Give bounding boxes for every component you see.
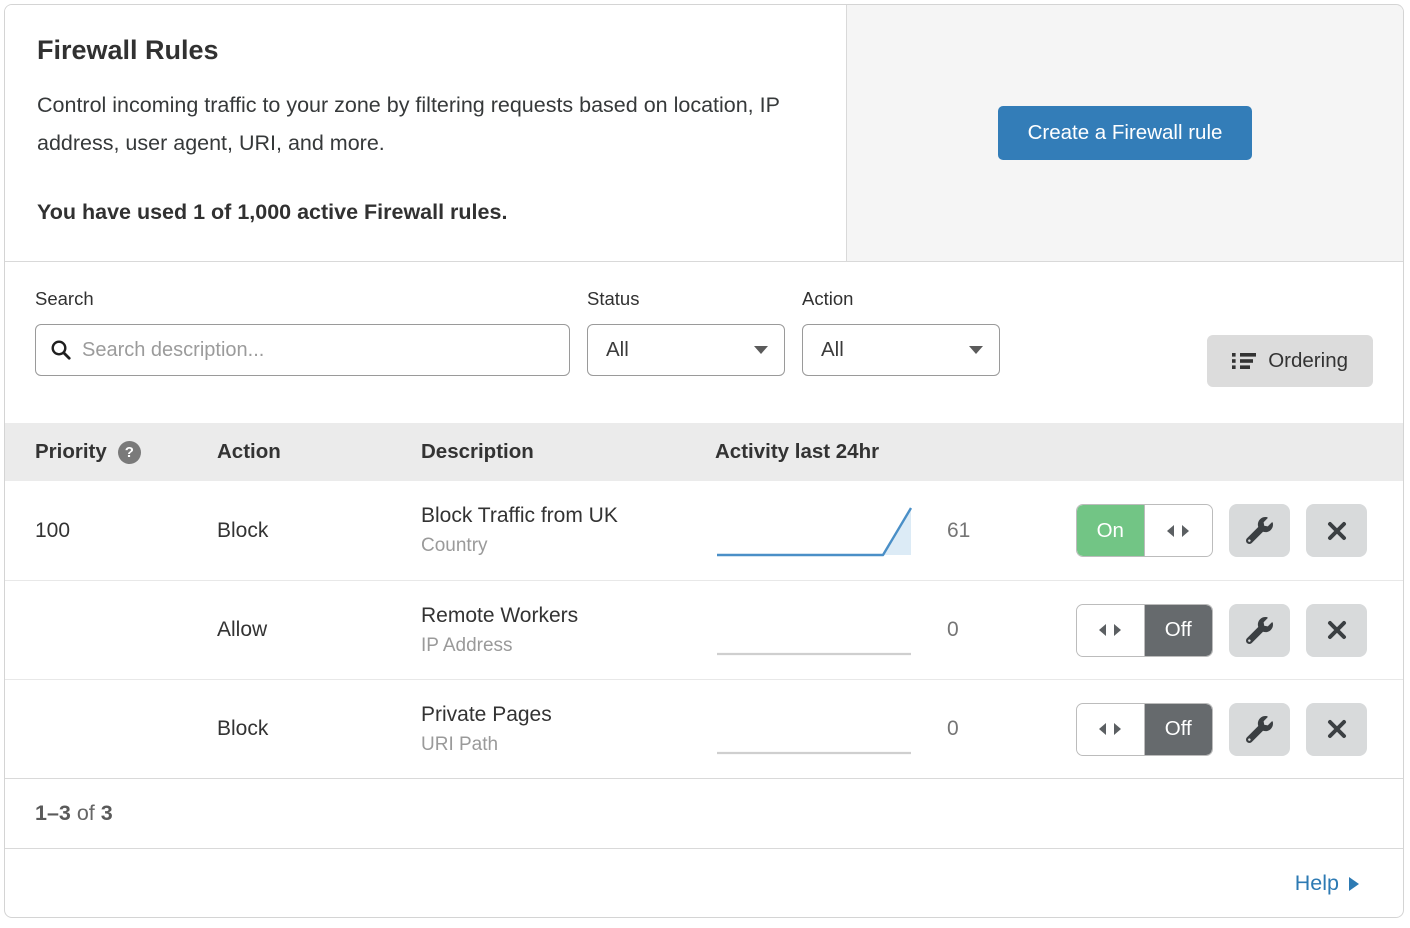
rule-name: Block Traffic from UK — [421, 504, 715, 528]
edit-rule-button[interactable] — [1229, 504, 1290, 557]
column-action: Action — [217, 440, 421, 464]
action-select[interactable]: All — [802, 324, 1000, 376]
chevron-right-icon — [1349, 877, 1359, 891]
rule-type: URI Path — [421, 734, 715, 756]
column-activity: Activity last 24hr — [715, 440, 1403, 464]
help-bar: Help — [5, 848, 1403, 917]
toggle-off-segment[interactable]: Off — [1145, 605, 1213, 656]
rule-type: Country — [421, 535, 715, 557]
pagination-range: 1–3 — [35, 801, 71, 826]
toggle-handle-segment[interactable]: Off — [1077, 605, 1145, 656]
list-ordering-icon — [1232, 350, 1256, 372]
help-link-label: Help — [1295, 871, 1339, 896]
pagination-total: 3 — [101, 801, 113, 826]
toggle-state-label: Off — [1165, 618, 1192, 642]
action-group: Action All — [802, 288, 1000, 423]
drag-handle-icon — [1097, 622, 1123, 638]
row-controls: On On — [1076, 504, 1367, 557]
activity-count: 0 — [947, 618, 991, 642]
page-description: Control incoming traffic to your zone by… — [37, 86, 805, 162]
description-cell: Private Pages URI Path — [421, 703, 715, 756]
page-header: Firewall Rules Control incoming traffic … — [5, 5, 1403, 262]
search-box[interactable] — [35, 324, 570, 376]
activity-sparkline — [715, 599, 915, 661]
description-cell: Block Traffic from UK Country — [421, 504, 715, 557]
activity-cell: 0 — [715, 698, 1076, 760]
action-selected-value: All — [821, 338, 844, 362]
activity-count: 61 — [947, 519, 991, 543]
rule-name: Private Pages — [421, 703, 715, 727]
column-priority: Priority — [35, 440, 107, 464]
toggle-off-segment[interactable]: Off — [1145, 704, 1213, 755]
rule-name: Remote Workers — [421, 604, 715, 628]
activity-cell: 61 — [715, 500, 1076, 562]
edit-rule-button[interactable] — [1229, 703, 1290, 756]
table-row: 100 Block Block Traffic from UK Country … — [5, 481, 1403, 580]
priority-help-icon[interactable]: ? — [118, 441, 141, 464]
search-group: Search — [35, 288, 570, 423]
firewall-rules-card: Firewall Rules Control incoming traffic … — [4, 4, 1404, 918]
create-firewall-rule-button[interactable]: Create a Firewall rule — [998, 106, 1253, 160]
search-input[interactable] — [82, 339, 555, 362]
toggle-handle-segment[interactable]: Off — [1077, 704, 1145, 755]
ordering-button-label: Ordering — [1268, 349, 1348, 373]
delete-rule-button[interactable] — [1306, 703, 1367, 756]
enable-toggle[interactable]: On On — [1076, 504, 1213, 557]
action-cell: Block — [217, 519, 421, 543]
toggle-handle-segment[interactable]: On — [1145, 505, 1213, 556]
toggle-state-label: On — [1097, 519, 1124, 543]
table-header: Priority ? Action Description Activity l… — [5, 423, 1403, 481]
action-cell: Block — [217, 717, 421, 741]
wrench-icon — [1246, 517, 1273, 544]
rule-type: IP Address — [421, 635, 715, 657]
filter-bar: Search Status All Action All — [5, 262, 1403, 423]
pagination-bar: 1–3 of 3 — [5, 778, 1403, 848]
search-label: Search — [35, 288, 570, 310]
close-icon — [1323, 517, 1351, 545]
status-label: Status — [587, 288, 785, 310]
drag-handle-icon — [1165, 523, 1191, 539]
usage-summary: You have used 1 of 1,000 active Firewall… — [37, 200, 814, 225]
cta-panel: Create a Firewall rule — [846, 5, 1403, 261]
drag-handle-icon — [1097, 721, 1123, 737]
wrench-icon — [1246, 716, 1273, 743]
pagination-of-label: of — [71, 801, 101, 826]
enable-toggle[interactable]: Off Off — [1076, 604, 1213, 657]
help-link[interactable]: Help — [1295, 871, 1359, 896]
status-group: Status All — [587, 288, 785, 423]
action-label: Action — [802, 288, 1000, 310]
activity-cell: 0 — [715, 599, 1076, 661]
enable-toggle[interactable]: Off Off — [1076, 703, 1213, 756]
close-icon — [1323, 715, 1351, 743]
column-description: Description — [421, 440, 715, 464]
chevron-down-icon — [969, 346, 983, 354]
table-row: Block Private Pages URI Path 0 Off — [5, 679, 1403, 778]
description-cell: Remote Workers IP Address — [421, 604, 715, 657]
row-controls: Off Off — [1076, 703, 1367, 756]
intro-panel: Firewall Rules Control incoming traffic … — [5, 5, 846, 261]
status-select[interactable]: All — [587, 324, 785, 376]
edit-rule-button[interactable] — [1229, 604, 1290, 657]
ordering-button[interactable]: Ordering — [1207, 335, 1373, 387]
priority-cell: 100 — [5, 519, 217, 543]
activity-sparkline — [715, 698, 915, 760]
search-icon — [50, 339, 72, 361]
activity-count: 0 — [947, 717, 991, 741]
row-controls: Off Off — [1076, 604, 1367, 657]
activity-sparkline — [715, 500, 915, 562]
table-body: 100 Block Block Traffic from UK Country … — [5, 481, 1403, 778]
table-row: Allow Remote Workers IP Address 0 Off — [5, 580, 1403, 679]
delete-rule-button[interactable] — [1306, 604, 1367, 657]
page-title: Firewall Rules — [37, 35, 814, 66]
chevron-down-icon — [754, 346, 768, 354]
action-cell: Allow — [217, 618, 421, 642]
toggle-on-segment[interactable]: On — [1077, 505, 1145, 556]
wrench-icon — [1246, 617, 1273, 644]
status-selected-value: All — [606, 338, 629, 362]
toggle-state-label: Off — [1165, 717, 1192, 741]
close-icon — [1323, 616, 1351, 644]
delete-rule-button[interactable] — [1306, 504, 1367, 557]
